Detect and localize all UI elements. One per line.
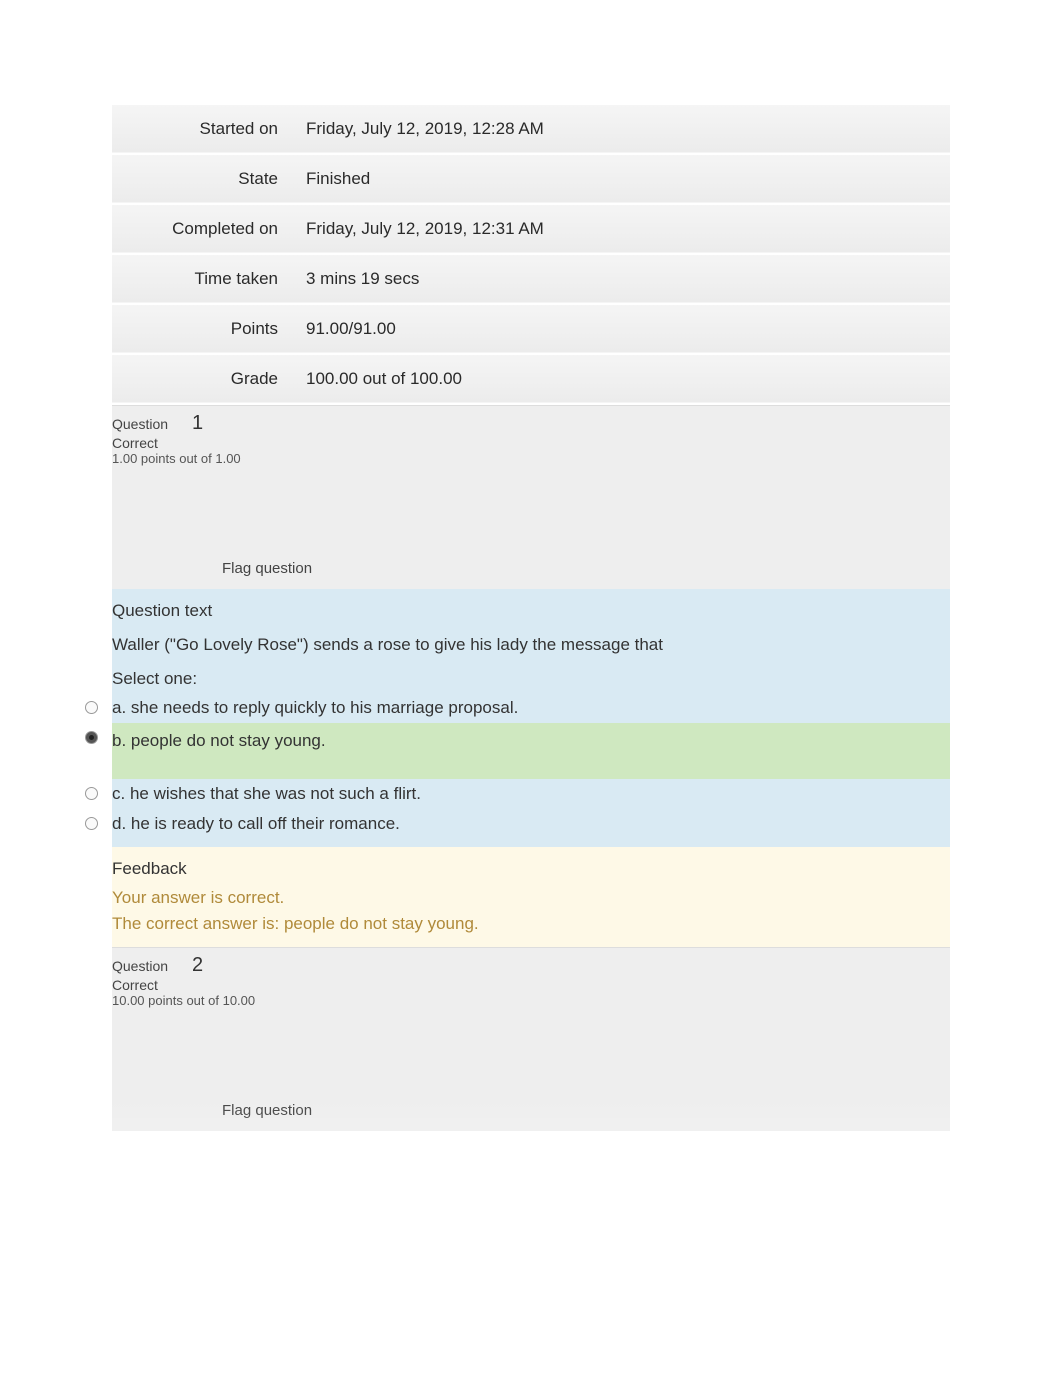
question-prompt: Waller ("Go Lovely Rose") sends a rose t… xyxy=(112,629,950,661)
flag-question-link[interactable]: Flag question xyxy=(222,1102,312,1119)
feedback-section: Feedback Your answer is correct. The cor… xyxy=(112,847,950,947)
summary-value: Friday, July 12, 2019, 12:31 AM xyxy=(292,204,950,254)
fade-overlay xyxy=(0,1097,1062,1377)
summary-label: Started on xyxy=(112,105,292,154)
radio-icon[interactable] xyxy=(85,817,98,830)
summary-label: Time taken xyxy=(112,254,292,304)
summary-label: State xyxy=(112,154,292,204)
question-label: Question xyxy=(112,958,168,974)
option-text: b. people do not stay young. xyxy=(112,731,326,750)
flag-question-link[interactable]: Flag question xyxy=(222,560,312,577)
select-one-label: Select one: xyxy=(112,661,950,693)
your-answer-correct: Your answer is correct. xyxy=(112,885,950,911)
summary-row: Started on Friday, July 12, 2019, 12:28 … xyxy=(112,105,950,154)
summary-row: Time taken 3 mins 19 secs xyxy=(112,254,950,304)
summary-value: 3 mins 19 secs xyxy=(292,254,950,304)
question-status: Correct xyxy=(112,435,950,451)
summary-row: Completed on Friday, July 12, 2019, 12:3… xyxy=(112,204,950,254)
summary-value: 91.00/91.00 xyxy=(292,304,950,354)
radio-icon[interactable] xyxy=(85,701,98,714)
question-status: Correct xyxy=(112,977,950,993)
summary-value: 100.00 out of 100.00 xyxy=(292,354,950,404)
option-b[interactable]: b. people do not stay young. xyxy=(112,723,950,779)
question-header: Question 2 Correct 10.00 points out of 1… xyxy=(112,948,950,1012)
summary-row: Points 91.00/91.00 xyxy=(112,304,950,354)
attempt-summary-table: Started on Friday, July 12, 2019, 12:28 … xyxy=(112,105,950,405)
option-a[interactable]: a. she needs to reply quickly to his mar… xyxy=(112,693,950,723)
question-points: 10.00 points out of 10.00 xyxy=(112,993,950,1008)
question-block-1: Question 1 Correct 1.00 points out of 1.… xyxy=(112,405,950,589)
summary-label: Grade xyxy=(112,354,292,404)
option-c[interactable]: c. he wishes that she was not such a fli… xyxy=(112,779,950,809)
question-block-2: Question 2 Correct 10.00 points out of 1… xyxy=(112,947,950,1131)
correct-answer-text: The correct answer is: people do not sta… xyxy=(112,911,950,937)
option-d[interactable]: d. he is ready to call off their romance… xyxy=(112,809,950,839)
question-label: Question xyxy=(112,416,168,432)
option-text: c. he wishes that she was not such a fli… xyxy=(112,784,421,803)
summary-row: Grade 100.00 out of 100.00 xyxy=(112,354,950,404)
radio-icon[interactable] xyxy=(85,731,98,744)
option-text: a. she needs to reply quickly to his mar… xyxy=(112,698,518,717)
question-header: Question 1 Correct 1.00 points out of 1.… xyxy=(112,406,950,470)
feedback-heading: Feedback xyxy=(112,855,950,885)
options-list: a. she needs to reply quickly to his mar… xyxy=(112,693,950,839)
summary-value: Finished xyxy=(292,154,950,204)
question-points: 1.00 points out of 1.00 xyxy=(112,451,950,466)
question-text-heading: Question text xyxy=(112,597,950,629)
radio-icon[interactable] xyxy=(85,787,98,800)
summary-row: State Finished xyxy=(112,154,950,204)
question-number: 2 xyxy=(192,954,203,976)
summary-value: Friday, July 12, 2019, 12:28 AM xyxy=(292,105,950,154)
summary-label: Points xyxy=(112,304,292,354)
summary-label: Completed on xyxy=(112,204,292,254)
question-text-section: Question text Waller ("Go Lovely Rose") … xyxy=(112,589,950,847)
option-text: d. he is ready to call off their romance… xyxy=(112,814,400,833)
question-number: 1 xyxy=(192,412,203,434)
